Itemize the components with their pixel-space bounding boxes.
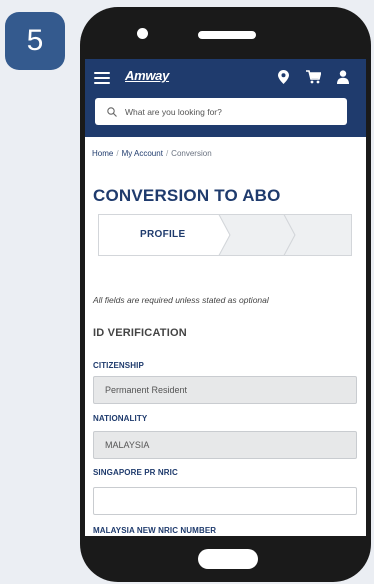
search-icon[interactable] [107, 106, 117, 117]
step-number-badge: 5 [5, 12, 65, 70]
phone-home-button [198, 549, 258, 569]
nationality-label: NATIONALITY [93, 414, 148, 423]
location-pin-icon[interactable] [278, 70, 289, 89]
search-input[interactable] [125, 106, 325, 117]
app-header: Amway [85, 59, 366, 137]
breadcrumb-separator: / [116, 149, 119, 158]
phone-screen: Amway What are you looking for? Home / M… [85, 59, 366, 536]
required-fields-hint: All fields are required unless stated as… [93, 295, 269, 305]
phone-speaker [198, 31, 256, 39]
breadcrumb-my-account-link[interactable]: My Account [122, 149, 163, 158]
page-title: CONVERSION TO ABO [93, 186, 281, 205]
citizenship-label: CITIZENSHIP [93, 361, 144, 370]
citizenship-field: Permanent Resident [93, 376, 357, 404]
cart-icon[interactable] [306, 70, 322, 89]
progress-stepper: PROFILE [98, 214, 352, 256]
stepper-step-profile: PROFILE [140, 229, 186, 240]
phone-camera [137, 28, 148, 39]
phone-frame: Amway What are you looking for? Home / M… [80, 7, 371, 582]
menu-icon[interactable] [94, 72, 110, 84]
user-icon[interactable] [337, 70, 349, 89]
nationality-field: MALAYSIA [93, 431, 357, 459]
singapore-pr-nric-input[interactable] [93, 487, 357, 515]
section-title-id-verification: ID VERIFICATION [93, 327, 187, 339]
stepper-step-2-shape [218, 214, 296, 256]
breadcrumb: Home / My Account / Conversion [92, 149, 212, 158]
search-bar[interactable] [95, 98, 347, 125]
malaysia-new-nric-label: MALAYSIA NEW NRIC NUMBER [93, 526, 217, 535]
brand-logo[interactable]: Amway [125, 68, 169, 83]
breadcrumb-home-link[interactable]: Home [92, 149, 113, 158]
breadcrumb-separator: / [165, 149, 169, 158]
breadcrumb-current: Conversion [171, 149, 212, 158]
singapore-pr-nric-label: SINGAPORE PR NRIC [93, 468, 178, 477]
